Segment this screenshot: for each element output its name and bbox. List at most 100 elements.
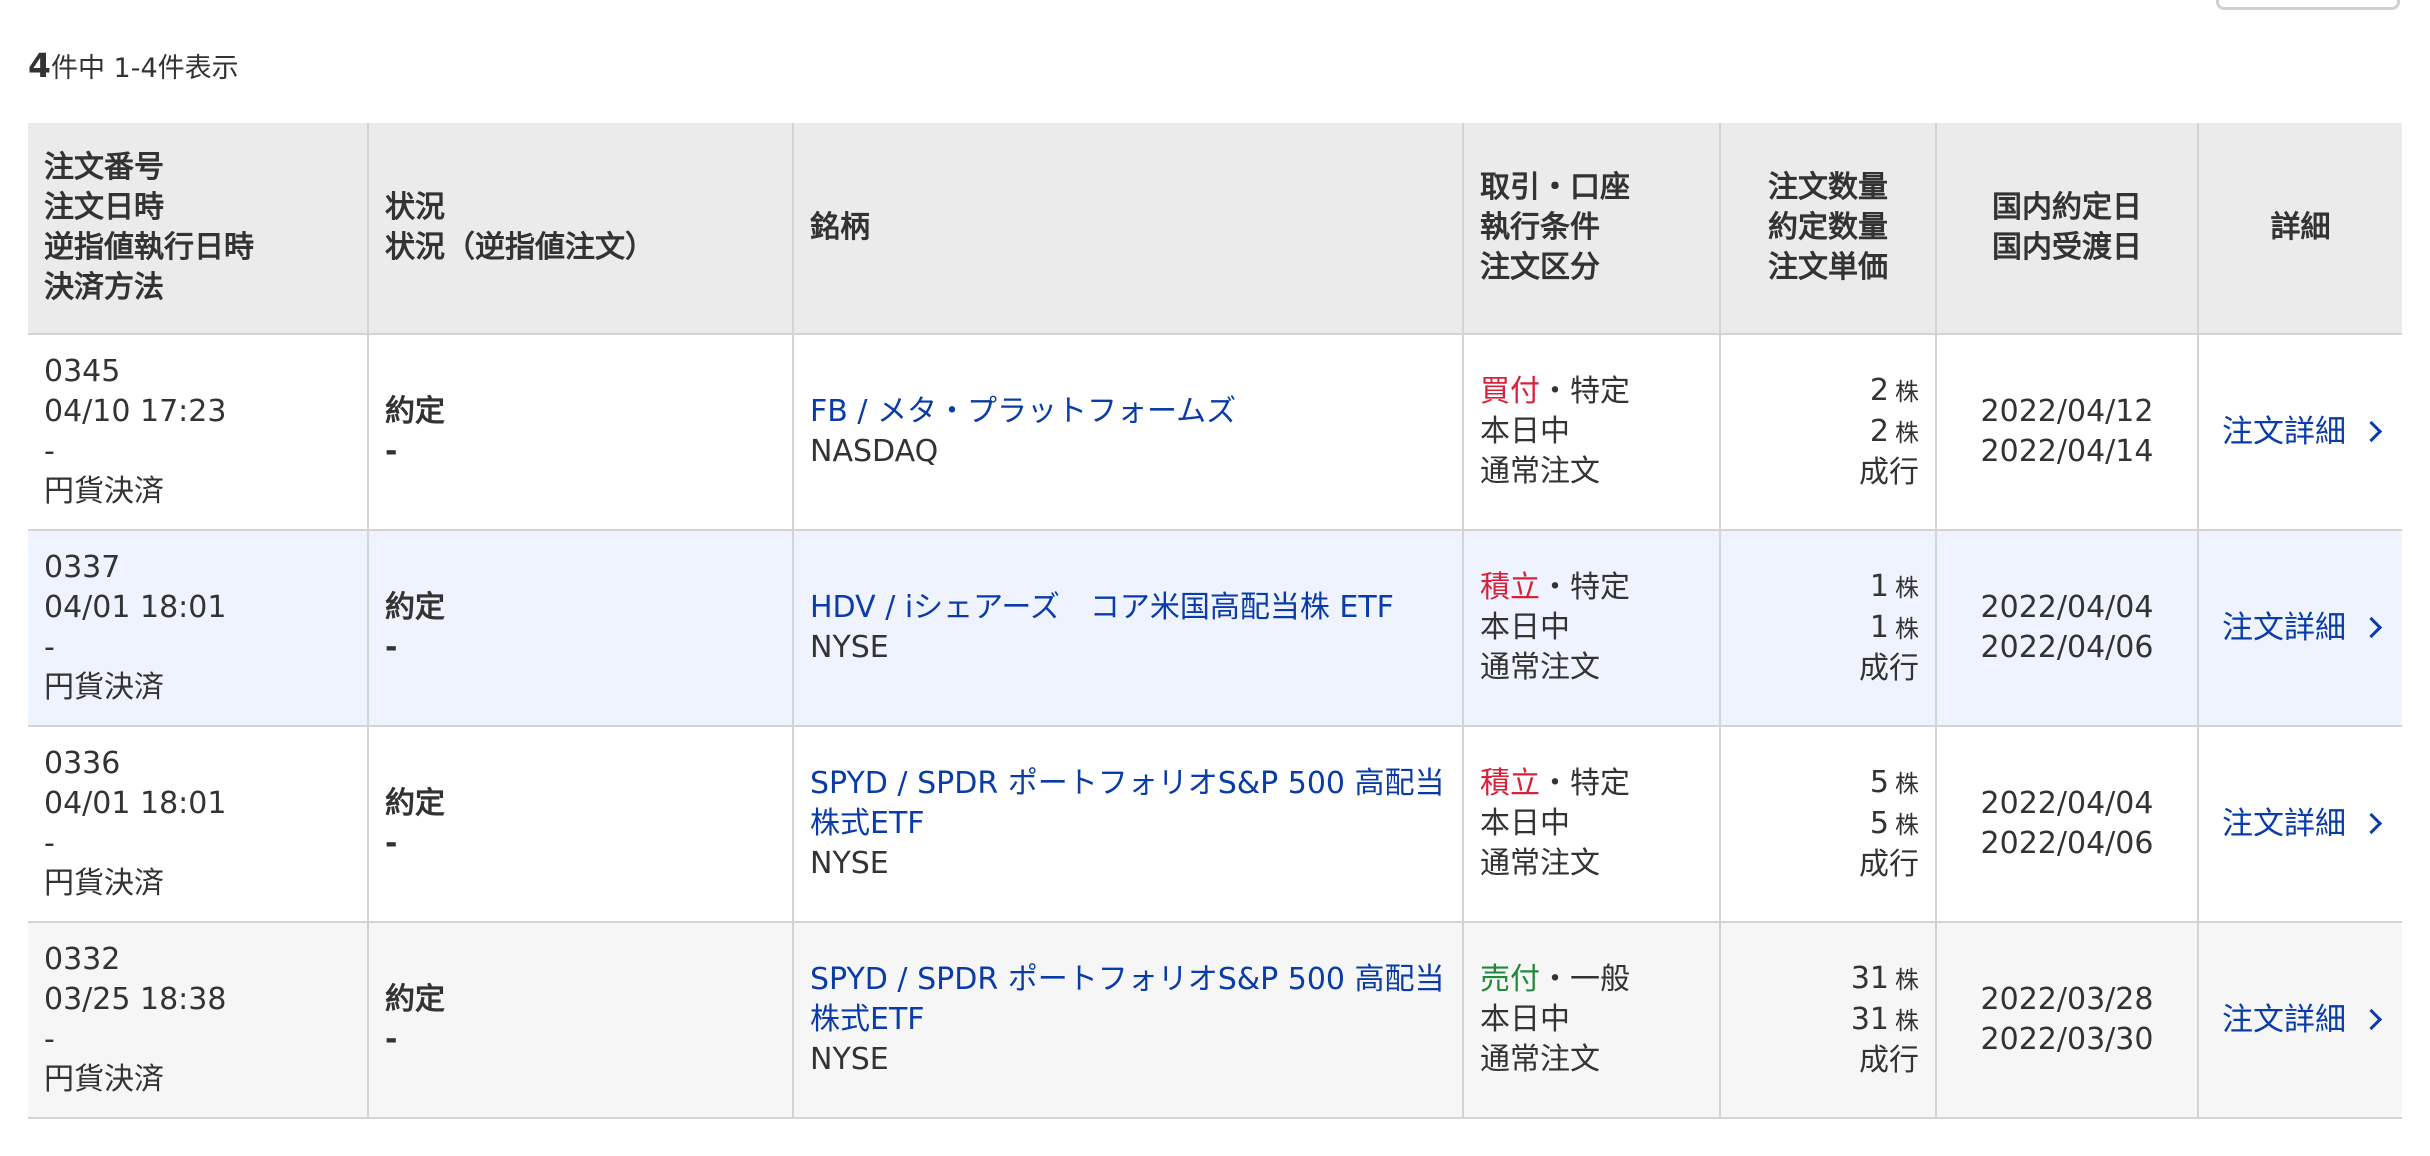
order-detail-link[interactable]: 注文詳細: [2222, 805, 2383, 842]
quantity-unit: 株: [1895, 811, 1919, 839]
quantity-cell: 1株 1株 成行: [1719, 529, 1937, 727]
chevron-right-icon: [2360, 616, 2383, 638]
symbol-name-line[interactable]: 株式ETF: [810, 1000, 1446, 1040]
order-number: 0336: [44, 746, 121, 781]
settlement-date: 2022/04/06: [1980, 630, 2154, 665]
order-detail-link[interactable]: 注文詳細: [2222, 1001, 2383, 1038]
order-quantity: 2: [1869, 373, 1889, 408]
symbol-cell: SPYD / SPDR ポートフォリオS&P 500 高配当 株式ETF NYSE: [792, 921, 1464, 1119]
settlement-date: 2022/03/30: [1980, 1022, 2154, 1057]
trade-cell: 売付・一般 本日中 通常注文: [1462, 921, 1721, 1119]
order-detail-link[interactable]: 注文詳細: [2222, 610, 2383, 646]
order-number: 0345: [44, 354, 121, 389]
settlement-method: 円貨決済: [44, 866, 164, 901]
execution-date: 2022/04/04: [1980, 786, 2154, 821]
result-total: 4: [28, 46, 51, 85]
order-detail-label: 注文詳細: [2222, 805, 2346, 842]
order-class: 通常注文: [1480, 1042, 1600, 1077]
order-datetime: 04/01 18:01: [44, 786, 227, 821]
filled-quantity: 31: [1850, 1002, 1889, 1037]
stop-datetime: -: [44, 826, 55, 861]
trade-cell: 積立・特定 本日中 通常注文: [1462, 725, 1721, 923]
order-datetime: 04/01 18:01: [44, 590, 227, 625]
symbol-name-line[interactable]: SPYD / SPDR ポートフォリオS&P 500 高配当: [810, 764, 1446, 804]
order-quantity: 1: [1869, 569, 1889, 604]
order-detail-label: 注文詳細: [2222, 413, 2346, 450]
dates-cell: 2022/04/04 2022/04/06: [1935, 529, 2199, 727]
market: NYSE: [810, 630, 889, 665]
status-cell: 約定 -: [367, 333, 794, 531]
order-detail-label: 注文詳細: [2222, 1001, 2346, 1038]
filled-quantity: 5: [1869, 806, 1889, 841]
symbol-link[interactable]: SPYD / SPDR ポートフォリオS&P 500 高配当 株式ETF: [810, 764, 1446, 844]
status: 約定: [385, 394, 445, 429]
symbol-link[interactable]: HDV / iシェアーズ コア米国高配当株 ETF: [810, 588, 1446, 628]
header-detail: 詳細: [2197, 123, 2402, 335]
order-info-cell: 0345 04/10 17:23 - 円貨決済: [28, 333, 369, 531]
result-count: 4件中 1-4件表示: [28, 46, 239, 89]
header-trade: 取引・口座 執行条件 注文区分: [1462, 123, 1721, 335]
order-quantity: 5: [1869, 765, 1889, 800]
quantity-cell: 31 株 31 株 成行: [1719, 921, 1937, 1119]
order-number: 0337: [44, 550, 121, 585]
header-order: 注文番号 注文日時 逆指値執行日時 決済方法: [28, 123, 369, 335]
execution-condition: 本日中: [1480, 1002, 1570, 1037]
symbol-name-line[interactable]: 株式ETF: [810, 804, 1446, 844]
status-cell: 約定 -: [367, 529, 794, 727]
dates-cell: 2022/04/12 2022/04/14: [1935, 333, 2199, 531]
execution-condition: 本日中: [1480, 414, 1570, 449]
settlement-method: 円貨決済: [44, 1062, 164, 1097]
stop-datetime: -: [44, 1022, 55, 1057]
trade-cell: 買付・特定 本日中 通常注文: [1462, 333, 1721, 531]
filled-quantity: 1: [1869, 610, 1889, 645]
settlement-method: 円貨決済: [44, 474, 164, 509]
settlement-method: 円貨決済: [44, 670, 164, 705]
stop-status: -: [385, 826, 398, 861]
quantity-unit: 株: [1895, 615, 1919, 643]
order-price: 成行: [1859, 847, 1919, 882]
quantity-unit: 株: [1895, 574, 1919, 602]
order-history-table: 注文番号 注文日時 逆指値執行日時 決済方法 状況 状況（逆指値注文） 銘柄 取引・口座…: [28, 123, 2402, 1119]
chevron-right-icon: [2360, 812, 2383, 834]
symbol-name-line[interactable]: HDV / iシェアーズ コア米国高配当株 ETF: [810, 588, 1446, 628]
dates-cell: 2022/03/28 2022/03/30: [1935, 921, 2199, 1119]
order-datetime: 04/10 17:23: [44, 394, 227, 429]
stop-datetime: -: [44, 630, 55, 665]
account-type: ・特定: [1540, 374, 1630, 409]
symbol-cell: FB / メタ・プラットフォームズ NASDAQ: [792, 333, 1464, 531]
order-datetime: 03/25 18:38: [44, 982, 227, 1017]
symbol-link[interactable]: SPYD / SPDR ポートフォリオS&P 500 高配当 株式ETF: [810, 960, 1446, 1040]
chevron-right-icon: [2360, 1008, 2383, 1030]
stop-status: -: [385, 630, 398, 665]
order-price: 成行: [1859, 651, 1919, 686]
order-quantity: 31: [1850, 961, 1889, 996]
trade-type: 売付: [1480, 962, 1540, 997]
order-info-cell: 0336 04/01 18:01 - 円貨決済: [28, 725, 369, 923]
order-price: 成行: [1859, 1043, 1919, 1078]
trade-type: 積立: [1480, 766, 1540, 801]
header-dates: 国内約定日 国内受渡日: [1935, 123, 2199, 335]
symbol-name-line[interactable]: SPYD / SPDR ポートフォリオS&P 500 高配当: [810, 960, 1446, 1000]
dates-cell: 2022/04/04 2022/04/06: [1935, 725, 2199, 923]
order-detail-link[interactable]: 注文詳細: [2222, 413, 2383, 450]
detail-cell: 注文詳細: [2197, 725, 2402, 923]
detail-cell: 注文詳細: [2197, 333, 2402, 531]
execution-date: 2022/03/28: [1980, 982, 2154, 1017]
account-type: ・特定: [1540, 570, 1630, 605]
chevron-right-icon: [2360, 420, 2383, 442]
execution-condition: 本日中: [1480, 806, 1570, 841]
market: NYSE: [810, 1042, 889, 1077]
order-info-cell: 0332 03/25 18:38 - 円貨決済: [28, 921, 369, 1119]
quantity-unit: 株: [1895, 378, 1919, 406]
detail-cell: 注文詳細: [2197, 921, 2402, 1119]
detail-cell: 注文詳細: [2197, 529, 2402, 727]
symbol-link[interactable]: FB / メタ・プラットフォームズ: [810, 392, 1446, 432]
symbol-name-line[interactable]: FB / メタ・プラットフォームズ: [810, 392, 1446, 432]
execution-date: 2022/04/12: [1980, 394, 2154, 429]
stop-status: -: [385, 434, 398, 469]
top-button[interactable]: [2216, 0, 2400, 10]
quantity-unit: 株: [1895, 966, 1919, 994]
settlement-date: 2022/04/14: [1980, 434, 2154, 469]
table-row: 0336 04/01 18:01 - 円貨決済 約定 - SPYD / SPDR…: [28, 725, 2402, 923]
order-class: 通常注文: [1480, 650, 1600, 685]
